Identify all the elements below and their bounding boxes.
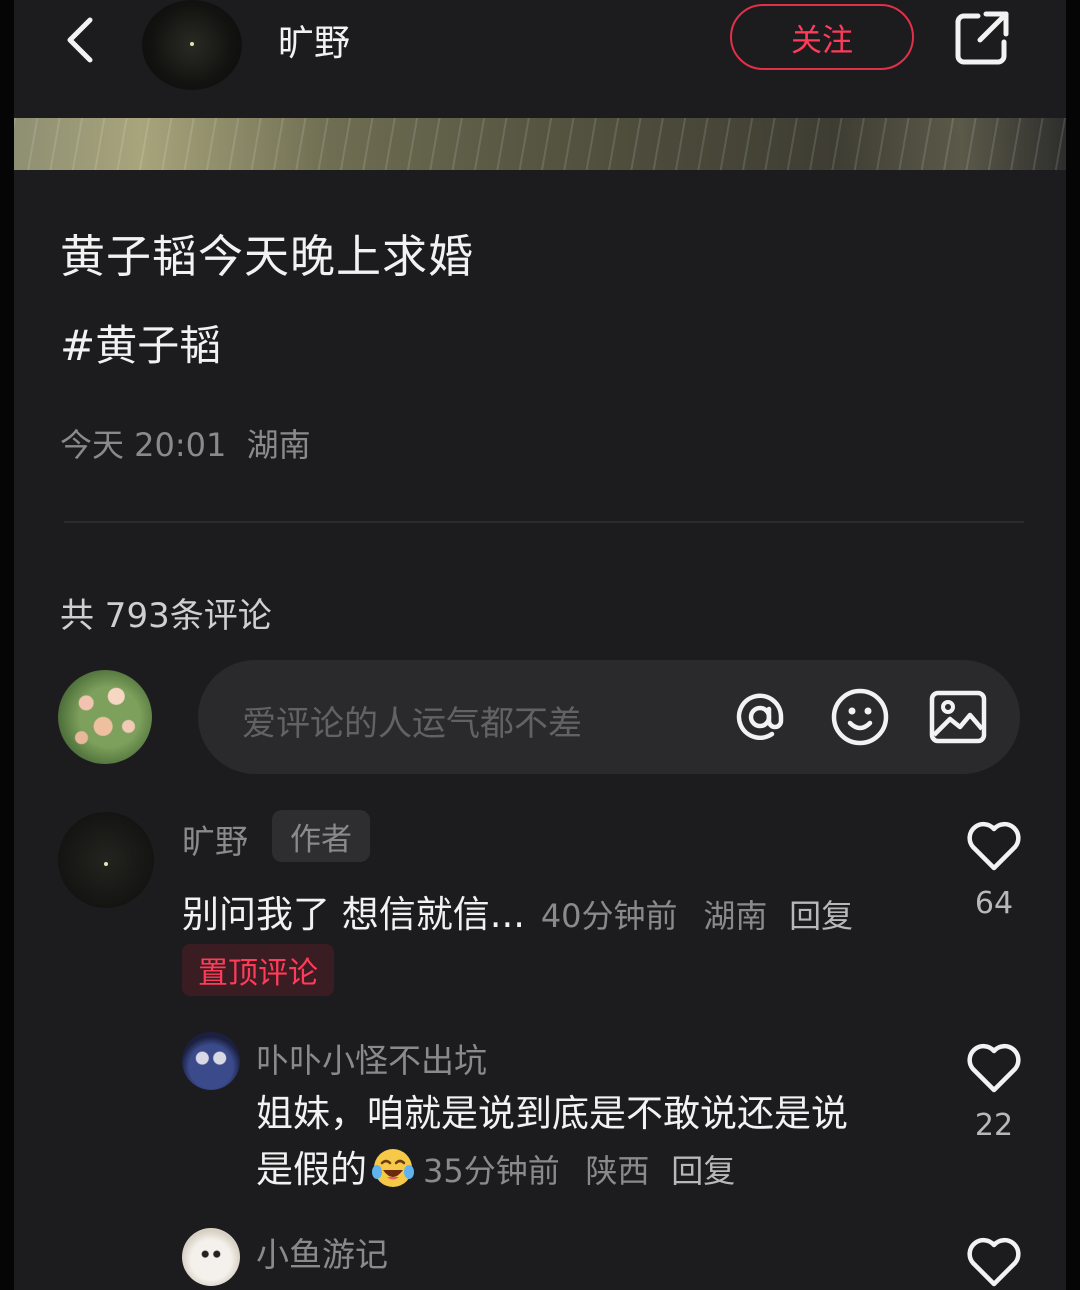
laughing-crying-emoji-icon	[372, 1149, 414, 1187]
divider	[64, 521, 1024, 523]
reply-time: 35分钟前	[423, 1152, 560, 1190]
comment-body: 别问我了 想信就信... 40分钟前 湖南 回复	[182, 884, 853, 938]
mention-icon[interactable]	[730, 687, 790, 747]
like-count: 64	[974, 886, 1014, 921]
heart-icon[interactable]	[966, 1236, 1022, 1288]
image-icon[interactable]	[928, 687, 988, 747]
emoji-icon[interactable]	[830, 687, 890, 747]
pinned-badge: 置顶评论	[182, 944, 334, 996]
comment-count: 共 793条评论	[60, 596, 272, 636]
post-hashtag[interactable]: #黄子韬	[60, 312, 221, 373]
reply-button[interactable]: 回复	[789, 897, 853, 935]
comment-input[interactable]: 爱评论的人运气都不差	[198, 660, 1020, 774]
top-bar: 旷野 关注	[14, 0, 1066, 118]
comment-location: 湖南	[703, 897, 768, 935]
app-screen: 旷野 关注 黄子韬今天晚上求婚 #黄子韬 今天 20:01 湖南 共 793条评…	[14, 0, 1066, 1290]
author-avatar[interactable]	[142, 0, 242, 90]
follow-button[interactable]: 关注	[730, 4, 914, 70]
post-title: 黄子韬今天晚上求婚	[60, 230, 475, 283]
heart-icon[interactable]	[966, 820, 1022, 872]
author-name[interactable]: 旷野	[278, 14, 350, 66]
comment-text: 别问我了 想信就信...	[182, 893, 526, 936]
comment-input-placeholder: 爱评论的人运气都不差	[242, 704, 582, 744]
post-time: 今天 20:01	[60, 426, 227, 464]
share-icon[interactable]	[952, 8, 1012, 68]
reply-avatar[interactable]	[182, 1032, 240, 1090]
comment-avatar[interactable]	[58, 812, 154, 908]
reply-location: 陕西	[585, 1152, 650, 1190]
post-image-strip[interactable]	[14, 118, 1066, 170]
heart-icon[interactable]	[966, 1042, 1022, 1094]
reply-author-name[interactable]: 小鱼游记	[256, 1228, 388, 1276]
post-meta: 今天 20:01 湖南	[60, 420, 311, 466]
like-count: 22	[974, 1108, 1014, 1143]
comment-time: 40分钟前	[540, 897, 678, 935]
reply-author-name[interactable]: 卟卟小怪不出坑	[256, 1034, 487, 1082]
reply-text-line1: 姐妹，咱就是说到底是不敢说还是说	[256, 1092, 848, 1135]
reply-button[interactable]: 回复	[671, 1152, 735, 1190]
post-location: 湖南	[246, 426, 311, 464]
current-user-avatar	[58, 670, 152, 764]
back-arrow-icon[interactable]	[54, 10, 114, 70]
author-badge: 作者	[272, 810, 370, 862]
reply-text-line2: 是假的	[256, 1148, 367, 1191]
reply-body: 姐妹，咱就是说到底是不敢说还是说 是假的 35分钟前 陕西 回复	[256, 1086, 936, 1199]
reply-avatar[interactable]	[182, 1228, 240, 1286]
comment-author-name[interactable]: 旷野	[182, 815, 248, 863]
